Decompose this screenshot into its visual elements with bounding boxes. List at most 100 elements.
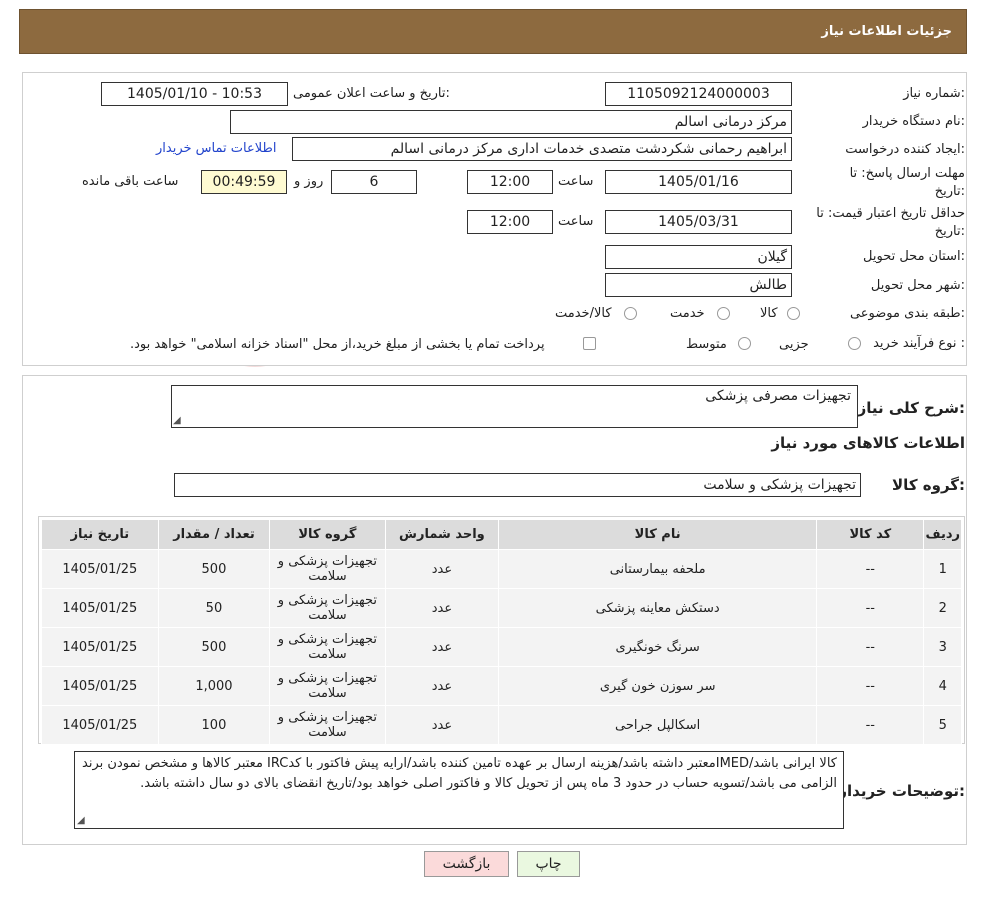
row-number: 4 [923,666,962,706]
category-service-label: خدمت [670,306,705,321]
price-validity-label-2: تاریخ: [934,224,965,239]
goods-group: تجهیزات پزشکی و سلامت [269,588,386,628]
days-field[interactable]: 6 [331,170,417,194]
reply-deadline-label-2: تاریخ: [934,184,965,199]
need-description-field[interactable]: تجهیزات مصرفی پزشکی [171,385,858,428]
category-goods-label: کالا [760,306,778,321]
need-description-label: شرح کلی نیاز: [857,399,965,417]
col-header-qty: تعداد / مقدار [157,519,271,550]
reply-date-field[interactable]: 1405/01/16 [605,170,792,194]
need-date: 1405/01/25 [41,666,159,706]
goods-group: تجهیزات پزشکی و سلامت [269,549,386,589]
creator-label: ایجاد کننده درخواست: [845,142,965,157]
buyer-contact-link[interactable]: اطلاعات تماس خریدار [156,141,276,156]
buyer-org-field[interactable]: مرکز درمانی اسالم [230,110,792,134]
goods-group: تجهیزات پزشکی و سلامت [269,627,386,667]
reply-time-field[interactable]: 12:00 [467,170,553,194]
goods-name: سرنگ خونگیری [498,627,818,667]
table-row: 2 -- دستکش معاینه پزشکی عدد تجهیزات پزشک… [41,588,962,628]
need-number-field[interactable]: 1105092124000003 [605,82,792,106]
goods-group-label: گروه کالا: [892,476,965,494]
process-minor-radio[interactable] [848,337,861,350]
category-goods-service-label: کالا/خدمت [555,306,612,321]
category-goods-radio[interactable] [787,307,800,320]
items-table: ردیف کد کالا نام کالا واحد شمارش گروه کا… [41,519,962,745]
unit: عدد [384,627,500,667]
need-date: 1405/01/25 [41,549,159,589]
goods-code: -- [816,549,925,589]
col-header-unit: واحد شمارش [384,519,500,550]
page-title: جزئیات اطلاعات نیاز [821,24,952,39]
col-header-name: نام کالا [498,519,818,550]
category-service-radio[interactable] [717,307,730,320]
table-row: 4 -- سر سوزن خون گیری عدد تجهیزات پزشکی … [41,666,962,706]
city-label: شهر محل تحویل: [870,278,965,293]
table-row: 1 -- ملحفه بیمارستانی عدد تجهیزات پزشکی … [41,549,962,589]
category-goods-service-radio[interactable] [624,307,637,320]
quantity: 500 [157,627,271,667]
price-validity-date-field[interactable]: 1405/03/31 [605,210,792,234]
province-label: استان محل تحویل: [863,249,965,264]
col-header-date: تاریخ نیاز [41,519,159,550]
unit: عدد [384,705,500,745]
days-label: روز و [294,174,324,189]
quantity: 50 [157,588,271,628]
unit: عدد [384,549,500,589]
buyer-org-label: نام دستگاه خریدار: [862,114,965,129]
province-field[interactable]: گیلان [605,245,792,269]
category-label: طبقه بندی موضوعی: [849,306,965,321]
table-row: 5 -- اسکالپل جراحی عدد تجهیزات پزشکی و س… [41,705,962,745]
table-row: 3 -- سرنگ خونگیری عدد تجهیزات پزشکی و سل… [41,627,962,667]
quantity: 500 [157,549,271,589]
quantity: 1,000 [157,666,271,706]
price-validity-label: حداقل تاریخ اعتبار قیمت: تا [816,206,965,221]
need-date: 1405/01/25 [41,705,159,745]
announce-field[interactable]: 1405/01/10 - 10:53 [101,82,288,106]
process-medium-radio[interactable] [738,337,751,350]
goods-name: دستکش معاینه پزشکی [498,588,818,628]
row-number: 2 [923,588,962,628]
page-header: جزئیات اطلاعات نیاز [19,9,967,54]
process-note: پرداخت تمام یا بخشی از مبلغ خرید،از محل … [130,337,545,352]
print-button[interactable]: چاپ [517,851,580,877]
goods-group: تجهیزات پزشکی و سلامت [269,666,386,706]
city-field[interactable]: طالش [605,273,792,297]
row-number: 5 [923,705,962,745]
col-header-row-number: ردیف [923,519,962,550]
process-label: نوع فرآیند خرید : [873,336,965,351]
goods-name: ملحفه بیمارستانی [498,549,818,589]
notes-resize-grip-icon: ◢ [77,815,85,826]
creator-field[interactable]: ابراهیم رحمانی شکردشت متصدی خدمات اداری … [292,137,792,161]
quantity: 100 [157,705,271,745]
goods-code: -- [816,588,925,628]
goods-code: -- [816,705,925,745]
row-number: 3 [923,627,962,667]
buyer-notes-field[interactable]: کالا ایرانی باشد/IMEDمعتبر داشته باشد/هز… [74,751,844,829]
unit: عدد [384,588,500,628]
back-button[interactable]: بازگشت [424,851,509,877]
announce-label: تاریخ و ساعت اعلان عمومی: [293,86,450,101]
need-number-label: شماره نیاز: [903,86,965,101]
process-minor-label: جزیی [779,337,809,352]
treasury-checkbox[interactable] [583,337,596,350]
resize-grip-icon: ◢ [173,415,181,426]
goods-name: اسکالپل جراحی [498,705,818,745]
col-header-code: کد کالا [816,519,925,550]
need-date: 1405/01/25 [41,588,159,628]
price-validity-time-field[interactable]: 12:00 [467,210,553,234]
reply-time-label: ساعت [558,174,594,189]
goods-group: تجهیزات پزشکی و سلامت [269,705,386,745]
price-validity-time-label: ساعت [558,214,594,229]
items-table-wrapper: ردیف کد کالا نام کالا واحد شمارش گروه کا… [38,516,965,745]
reply-deadline-label: مهلت ارسال پاسخ: تا [849,166,965,181]
col-header-group: گروه کالا [269,519,386,550]
process-medium-label: متوسط [686,337,727,352]
goods-name: سر سوزن خون گیری [498,666,818,706]
need-date: 1405/01/25 [41,627,159,667]
goods-group-field[interactable]: تجهیزات پزشکی و سلامت [174,473,861,497]
remaining-label: ساعت باقی مانده [82,174,179,189]
items-heading: اطلاعات کالاهای مورد نیاز [771,434,965,452]
row-number: 1 [923,549,962,589]
buyer-notes-label: توضیحات خریدار: [838,782,965,800]
goods-code: -- [816,666,925,706]
